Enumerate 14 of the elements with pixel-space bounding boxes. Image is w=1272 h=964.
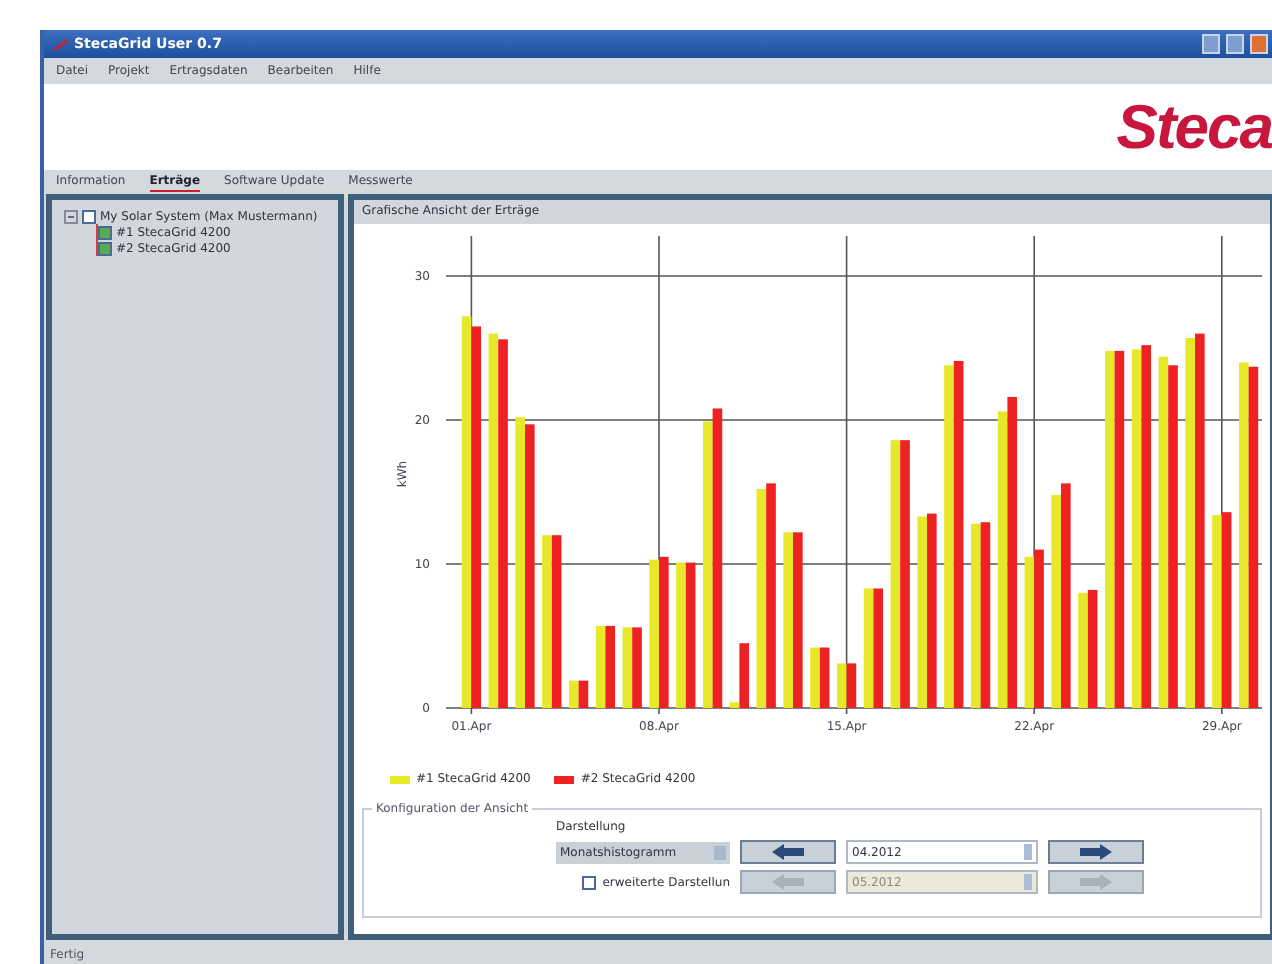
checkbox[interactable] (582, 875, 597, 889)
left-arrow-icon (772, 844, 804, 860)
app-icon (52, 38, 68, 50)
right-arrow-icon (1080, 844, 1112, 860)
minus-icon[interactable] (64, 209, 78, 223)
right-arrow-icon (1080, 874, 1112, 890)
next-button[interactable] (1048, 840, 1144, 864)
close-button[interactable] (1250, 34, 1268, 54)
previous-button[interactable] (740, 840, 836, 864)
checkbox[interactable] (98, 225, 112, 239)
checkbox[interactable] (98, 241, 112, 255)
checkbox[interactable] (82, 209, 96, 223)
left-arrow-icon (772, 874, 804, 890)
logo: Steca (1116, 91, 1272, 163)
